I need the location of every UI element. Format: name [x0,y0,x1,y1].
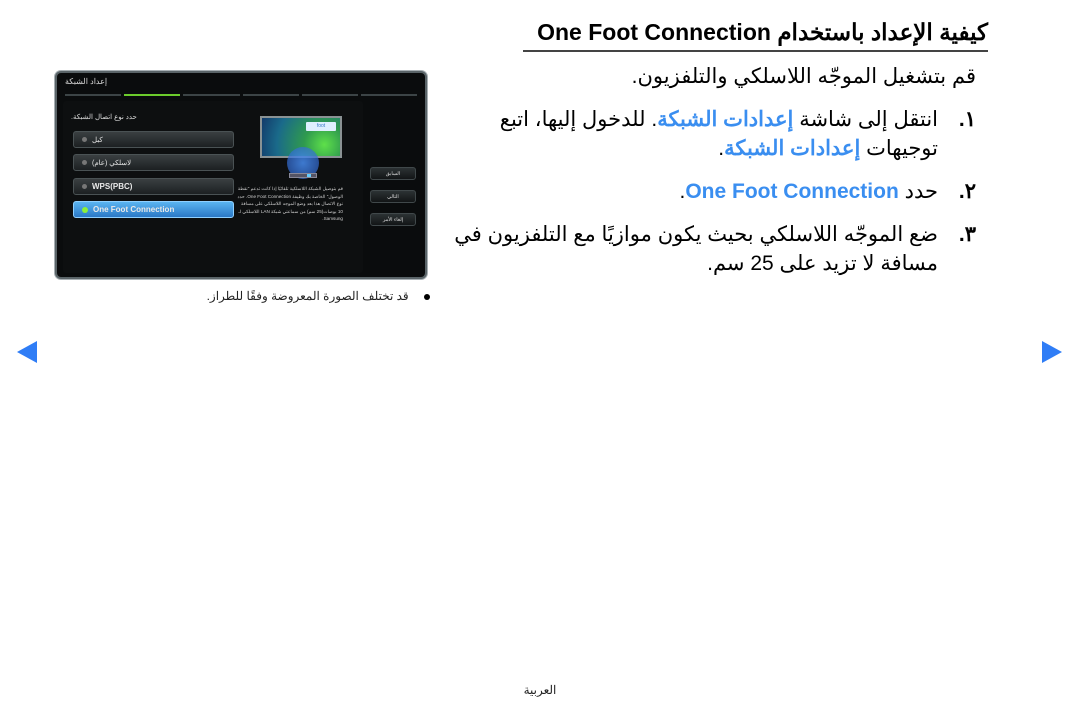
step-number: ٣. [958,223,976,246]
tv-prompt: حدد نوع اتصال الشبكة. [71,114,137,121]
bullet-icon [424,293,430,300]
progress-segment-active [124,94,181,96]
heading-latin: One Foot Connection [537,19,771,45]
router-icon [289,173,317,178]
note-text: قد تختلف الصورة المعروضة وفقًا للطراز. [206,289,409,303]
footer-language: العربية [523,683,557,697]
progress-segment [183,94,240,96]
radio-icon [82,184,87,189]
progress-segment [242,94,299,96]
option-label: كبل [92,136,103,144]
previous-button[interactable]: السابق [370,167,416,180]
tv-title: إعداد الشبكة [65,77,108,86]
instructions: قم بتشغيل الموجّه اللاسلكي والتلفزيون. ١… [436,62,976,292]
page-heading: كيفية الإعداد باستخدام One Foot Connecti… [523,16,988,52]
step-number: ٢. [958,180,976,203]
radio-icon [82,160,87,165]
radio-selected-icon [82,206,88,213]
intro-text: قم بتشغيل الموجّه اللاسلكي والتلفزيون. [631,65,976,88]
tv-progress-bar [65,94,418,96]
heading-arabic: كيفية الإعداد باستخدام [777,19,988,45]
previous-page-icon[interactable] [17,341,37,363]
option-wireless[interactable]: لاسلكي (عام) [73,154,234,171]
step-text: حدد [904,180,938,203]
step-text: ضع الموجّه اللاسلكي بحيث يكون موازيًا مع… [454,223,938,275]
option-label: One Foot Connection [93,205,175,214]
tv-description: قم بتوصيل الشبكة اللاسلكية تلقائيًا إذا … [237,186,343,221]
progress-segment [65,94,122,96]
progress-segment [360,94,418,96]
step-number: ١. [958,108,976,131]
option-one-foot-connection[interactable]: One Foot Connection [73,201,234,218]
network-settings-link[interactable]: إعدادات الشبكة [724,137,860,160]
next-button[interactable]: التالي [370,190,416,203]
one-foot-connection-link[interactable]: One Foot Connection [685,180,898,203]
cancel-button[interactable]: إلغاء الأمر [370,213,416,226]
radio-icon [82,137,87,142]
option-label: لاسلكي (عام) [92,159,132,167]
one-foot-logo: foot [306,122,336,131]
next-page-icon[interactable] [1042,341,1062,363]
step-1: ١. انتقل إلى شاشة إعدادات الشبكة. للدخول… [436,105,976,163]
option-cable[interactable]: كبل [73,131,234,148]
step-text: انتقل إلى شاشة [799,108,938,131]
step-2: ٢. حدد One Foot Connection. [436,177,976,206]
option-label: WPS(PBC) [92,182,133,191]
progress-segment [301,94,358,96]
option-wps[interactable]: WPS(PBC) [73,178,234,195]
image-note: قد تختلف الصورة المعروضة وفقًا للطراز. [180,289,430,303]
tv-screenshot: إعداد الشبكة حدد نوع اتصال الشبكة. كبل ل… [55,71,427,279]
step-3: ٣. ضع الموجّه اللاسلكي بحيث يكون موازيًا… [436,220,976,278]
network-settings-link[interactable]: إعدادات الشبكة [657,108,793,131]
